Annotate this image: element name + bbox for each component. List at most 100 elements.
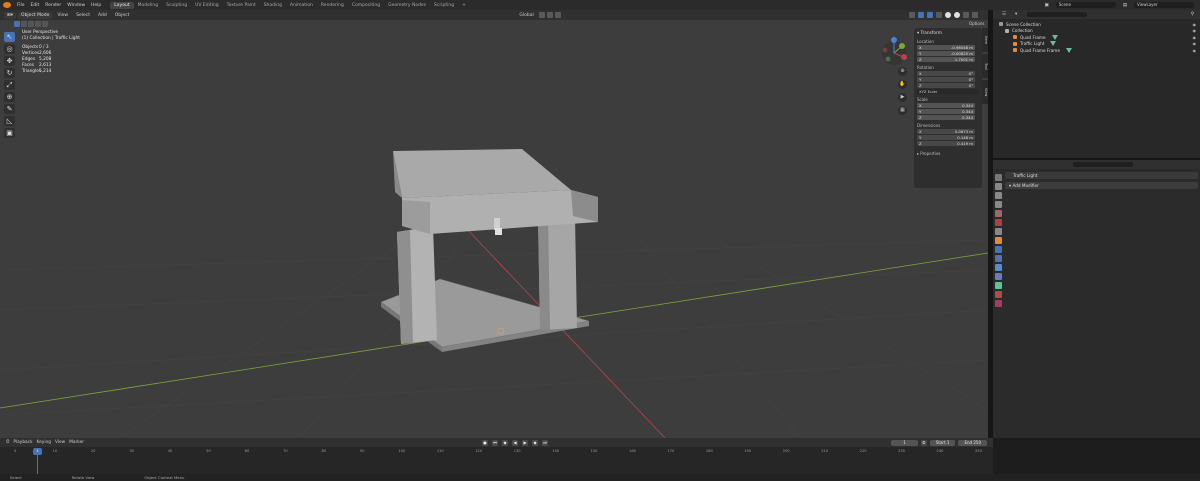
tab-texture-paint[interactable]: Texture Paint <box>223 2 260 9</box>
play-icon[interactable]: ▶ <box>522 439 529 446</box>
tab-sculpting[interactable]: Sculpting <box>162 2 191 9</box>
next-keyframe-icon[interactable]: ◆ <box>532 439 539 446</box>
rotation-mode-dropdown[interactable]: XYZ Euler <box>917 89 979 94</box>
select-tool-icon[interactable]: ↖ <box>4 32 15 42</box>
object-name-field[interactable]: Traffic Light <box>1005 172 1198 179</box>
texture-tab-icon[interactable] <box>995 300 1002 307</box>
world-tab-icon[interactable] <box>995 219 1002 226</box>
data-tab-icon[interactable] <box>995 282 1002 289</box>
location-z-field[interactable]: Z 1.7001 m <box>917 57 975 62</box>
select-invert-icon[interactable] <box>35 21 41 27</box>
dimensions-z-field[interactable]: Z 0.419 m <box>917 141 975 146</box>
menu-marker[interactable]: Marker <box>69 440 84 445</box>
add-cube-tool-icon[interactable]: ▣ <box>4 128 15 138</box>
eye-icon[interactable]: ◉ <box>1193 35 1197 40</box>
navigation-gizmo[interactable] <box>882 37 907 65</box>
record-icon[interactable]: ● <box>482 439 489 446</box>
output-tab-icon[interactable] <box>995 192 1002 199</box>
tab-uv-editing[interactable]: UV Editing <box>191 2 222 9</box>
wireframe-shading-icon[interactable] <box>945 12 951 18</box>
rotation-y-field[interactable]: Y 0° <box>917 77 975 82</box>
scene-tab-icon[interactable] <box>995 210 1002 217</box>
menu-file[interactable]: File <box>14 3 28 8</box>
jump-end-icon[interactable]: ⏭ <box>542 439 549 446</box>
tool-tab-icon[interactable] <box>995 174 1002 181</box>
tab-layout[interactable]: Layout <box>110 1 134 9</box>
tab-geometry-nodes[interactable]: Geometry Nodes <box>384 2 430 9</box>
menu-render[interactable]: Render <box>42 3 64 8</box>
object-tab-icon[interactable] <box>995 237 1002 244</box>
frame-ruler[interactable]: 0 10 20 30 40 50 60 70 80 90 100 110 120 130 140 150 160… <box>0 448 993 455</box>
physics-tab-icon[interactable] <box>995 264 1002 271</box>
filter-icon[interactable]: ⚲ <box>1188 12 1200 17</box>
select-new-icon[interactable] <box>14 21 20 27</box>
outliner-item-quad-frame-frame[interactable]: Quad Frame Frame ◉ <box>999 47 1200 54</box>
eye-icon[interactable]: ◉ <box>1193 28 1197 33</box>
scale-x-field[interactable]: X 0.344 <box>917 103 975 108</box>
xray-icon[interactable] <box>936 12 942 18</box>
options-dropdown[interactable]: Options <box>969 21 984 26</box>
menu-window[interactable]: Window <box>64 3 88 8</box>
dimensions-x-field[interactable]: X 0.0673 m <box>917 129 975 134</box>
current-frame-field[interactable]: 1 <box>891 439 918 446</box>
render-tab-icon[interactable] <box>995 183 1002 190</box>
pan-hand-icon[interactable]: ✋ <box>898 80 907 89</box>
scale-y-field[interactable]: Y 0.344 <box>917 109 975 114</box>
play-reverse-icon[interactable]: ◀ <box>512 439 519 446</box>
cursor-tool-icon[interactable]: ◎ <box>4 44 15 54</box>
particles-tab-icon[interactable] <box>995 255 1002 262</box>
modifier-tab-icon[interactable] <box>995 246 1002 253</box>
menu-keying[interactable]: Keying <box>37 440 51 445</box>
transform-orientation-dropdown[interactable]: Global <box>516 13 536 18</box>
location-y-field[interactable]: Y -0.00825 m <box>917 51 975 56</box>
pivot-icon[interactable] <box>538 12 545 18</box>
tab-shading[interactable]: Shading <box>260 2 286 9</box>
move-tool-icon[interactable]: ✥ <box>4 56 15 66</box>
visibility-icon[interactable] <box>909 12 915 18</box>
overlay-toggle-icon[interactable] <box>927 12 933 18</box>
3d-viewport[interactable]: ⊞▾ Object Mode View Select Add Object Gl… <box>0 10 988 438</box>
solid-shading-icon[interactable] <box>954 12 960 18</box>
prev-keyframe-icon[interactable]: ◆ <box>502 439 509 446</box>
constraints-tab-icon[interactable] <box>995 273 1002 280</box>
eye-icon[interactable]: ◉ <box>1193 48 1197 53</box>
view-layer-selector[interactable]: ViewLayer <box>1134 2 1194 8</box>
material-shading-icon[interactable] <box>963 12 969 18</box>
outliner-editor-icon[interactable]: ☰ <box>999 12 1009 17</box>
top-panel[interactable] <box>393 149 571 198</box>
menu-object[interactable]: Object <box>112 13 133 18</box>
rotation-x-field[interactable]: X 0° <box>917 71 975 76</box>
view-layer-icon[interactable]: ▤ <box>1120 3 1130 8</box>
menu-edit[interactable]: Edit <box>28 3 43 8</box>
menu-help[interactable]: Help <box>88 3 104 8</box>
view-layer-tab-icon[interactable] <box>995 201 1002 208</box>
gizmo-toggle-icon[interactable] <box>918 12 924 18</box>
material-tab-icon[interactable] <box>995 291 1002 298</box>
add-modifier-button[interactable]: ▾ Add Modifier <box>1005 182 1198 189</box>
properties-subpanel[interactable]: ▸ Properties <box>917 151 979 156</box>
outliner-search-input[interactable] <box>1027 12 1088 17</box>
eye-icon[interactable]: ◉ <box>1193 22 1197 27</box>
snap-icon[interactable] <box>546 12 553 18</box>
eye-icon[interactable]: ◉ <box>1193 41 1197 46</box>
dimensions-y-field[interactable]: Y 0.148 m <box>917 135 975 140</box>
collection-tab-icon[interactable] <box>995 228 1002 235</box>
rotate-tool-icon[interactable]: ↻ <box>4 68 15 78</box>
outliner-display-mode-icon[interactable]: ▾ <box>1012 12 1020 17</box>
tab-animation[interactable]: Animation <box>286 2 317 9</box>
tab-compositing[interactable]: Compositing <box>348 2 384 9</box>
menu-add[interactable]: Add <box>95 13 110 18</box>
menu-view[interactable]: View <box>54 13 71 18</box>
scale-tool-icon[interactable]: ⤢ <box>4 80 15 90</box>
menu-view-timeline[interactable]: View <box>55 440 65 445</box>
playhead[interactable]: 1 <box>33 448 42 455</box>
menu-select[interactable]: Select <box>73 13 93 18</box>
preview-range-icon[interactable]: ⏲ <box>920 439 927 446</box>
scale-z-field[interactable]: Z 0.344 <box>917 115 975 120</box>
mode-dropdown[interactable]: Object Mode <box>18 11 53 19</box>
camera-view-icon[interactable]: ▶ <box>898 93 907 102</box>
tab-rendering[interactable]: Rendering <box>317 2 348 9</box>
rotation-z-field[interactable]: Z 0° <box>917 83 975 88</box>
editor-type-dropdown[interactable]: ⊞▾ <box>4 11 17 19</box>
select-subtract-icon[interactable] <box>28 21 34 27</box>
